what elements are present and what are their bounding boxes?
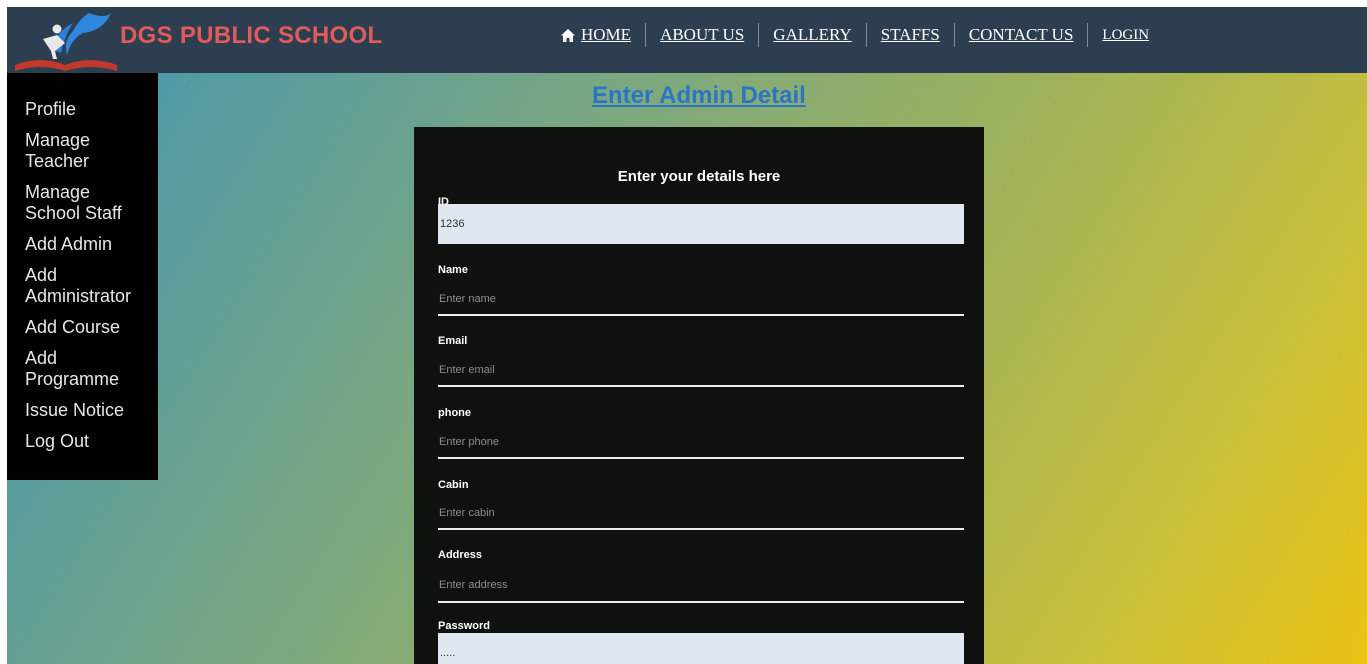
page-viewport: DGS PUBLIC SCHOOL HOME ABOUT US GALLERY … [7,7,1367,664]
nav-login-link[interactable]: LOGIN [1088,23,1163,47]
nav-home-label: HOME [581,25,632,44]
nav-links: HOME ABOUT US GALLERY STAFFS CONTACT US … [555,23,1163,47]
phone-label: phone [438,407,471,419]
nav-about-link[interactable]: ABOUT US [646,23,760,47]
navbar: DGS PUBLIC SCHOOL HOME ABOUT US GALLERY … [7,7,1367,73]
sidebar-item-add-admin[interactable]: Add Admin [7,234,158,255]
sidebar-item-add-administrator[interactable]: Add Administrator [7,265,158,307]
password-field[interactable] [438,633,964,664]
sidebar-item-manage-teacher[interactable]: Manage Teacher [7,130,158,172]
brand-name[interactable]: DGS PUBLIC SCHOOL [120,22,382,50]
nav-gallery-link[interactable]: GALLERY [759,23,867,47]
cabin-label: Cabin [438,479,469,491]
admin-detail-form: Enter your details here ID Name Email ph… [414,127,984,664]
cabin-field[interactable] [438,497,964,530]
nav-staffs-link[interactable]: STAFFS [867,23,955,47]
sidebar: Profile Manage Teacher Manage School Sta… [7,73,158,480]
sidebar-item-add-programme[interactable]: Add Programme [7,348,158,390]
sidebar-item-log-out[interactable]: Log Out [7,431,158,452]
phone-field[interactable] [438,426,964,459]
home-icon [561,28,575,42]
nav-home-link[interactable]: HOME [555,23,647,47]
running-figure-book-logo-icon[interactable] [13,9,117,71]
password-label: Password [438,620,490,632]
name-label: Name [438,264,468,276]
email-label: Email [438,335,468,347]
email-field[interactable] [438,354,964,387]
nav-contact-link[interactable]: CONTACT US [955,23,1089,47]
id-field[interactable] [438,204,964,244]
sidebar-item-manage-school-staff[interactable]: Manage School Staff [7,182,158,224]
sidebar-item-add-course[interactable]: Add Course [7,317,158,338]
name-field[interactable] [438,283,964,316]
page-title[interactable]: Enter Admin Detail [592,82,806,110]
sidebar-item-issue-notice[interactable]: Issue Notice [7,400,158,421]
form-heading: Enter your details here [617,168,781,185]
sidebar-item-profile[interactable]: Profile [7,99,158,120]
address-label: Address [438,549,483,561]
address-field[interactable] [438,569,964,603]
